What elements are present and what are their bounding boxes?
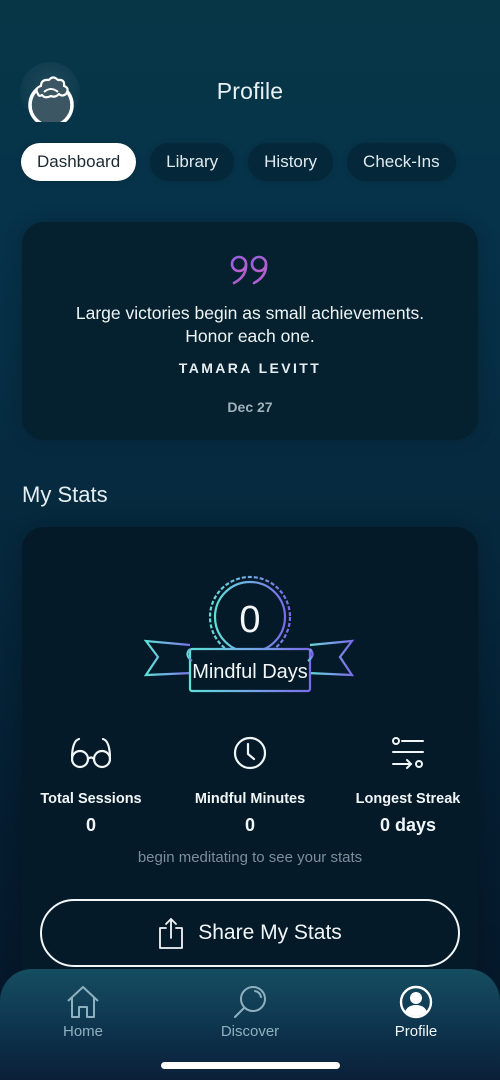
stat-label: Longest Streak xyxy=(355,791,461,807)
section-title-my-stats: My Stats xyxy=(22,482,108,507)
nav-item-profile[interactable]: Profile xyxy=(361,977,471,1040)
stat-longest-streak: Longest Streak 0 days xyxy=(333,735,483,836)
tab-bar: Dashboard Library History Check-Ins xyxy=(21,143,456,181)
quote-card[interactable]: Large victories begin as small achieveme… xyxy=(22,222,478,440)
tab-history[interactable]: History xyxy=(248,143,334,181)
stat-value: 0 days xyxy=(379,815,437,835)
page-title: Profile xyxy=(216,78,284,104)
home-icon xyxy=(67,986,99,1018)
tab-dashboard[interactable]: Dashboard xyxy=(21,143,137,181)
quote-line-2: Honor each one. xyxy=(185,326,315,346)
streak-list-icon xyxy=(392,737,424,769)
quote-mark-icon xyxy=(230,255,268,285)
tab-library[interactable]: Library xyxy=(150,143,235,181)
quote-line-1: Large victories begin as small achieveme… xyxy=(75,303,425,323)
stat-label: Total Sessions xyxy=(40,791,142,807)
nav-label: Profile xyxy=(394,1023,438,1040)
share-my-stats-button[interactable]: Share My Stats xyxy=(40,899,460,967)
stats-card: 0 Mindful Days Total Sessions 0 Mindful … xyxy=(22,527,478,987)
home-indicator[interactable] xyxy=(161,1062,340,1069)
stat-total-sessions: Total Sessions 0 xyxy=(16,735,166,836)
tab-check-ins[interactable]: Check-Ins xyxy=(347,143,456,181)
stat-value: 0 xyxy=(244,815,255,835)
profile-icon xyxy=(399,985,433,1019)
stat-label: Mindful Minutes xyxy=(194,791,306,807)
quote-text: Large victories begin as small achieveme… xyxy=(22,302,478,348)
clock-icon xyxy=(233,736,267,770)
quote-author: TAMARA LEVITT xyxy=(178,360,322,376)
nav-item-home[interactable]: Home xyxy=(28,977,138,1040)
header: Profile xyxy=(0,0,500,140)
share-icon xyxy=(159,918,184,949)
nav-item-discover[interactable]: Discover xyxy=(195,977,305,1040)
nav-label: Home xyxy=(62,1023,103,1040)
stat-value: 0 xyxy=(85,815,96,835)
mindful-days-count: 0 xyxy=(239,599,261,641)
glasses-icon xyxy=(71,737,111,769)
nav-label: Discover xyxy=(220,1023,280,1040)
quote-date: Dec 27 xyxy=(227,399,273,415)
mindful-days-label: Mindful Days xyxy=(192,661,308,683)
mindful-days-badge: 0 Mindful Days xyxy=(144,569,356,693)
stat-mindful-minutes: Mindful Minutes 0 xyxy=(175,735,325,836)
share-button-label: Share My Stats xyxy=(198,921,342,944)
discover-icon xyxy=(234,986,266,1018)
stats-hint: begin meditating to see your stats xyxy=(137,849,363,866)
